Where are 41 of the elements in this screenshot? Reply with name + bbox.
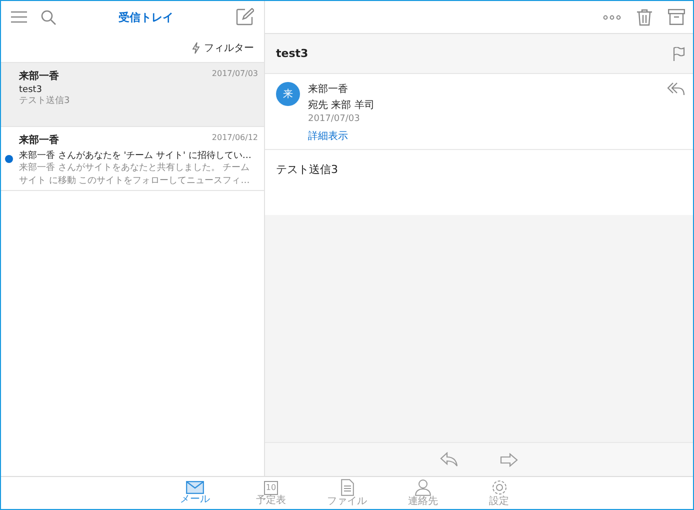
lightning-icon bbox=[192, 42, 200, 54]
settings-icon bbox=[490, 479, 508, 496]
compose-icon[interactable] bbox=[236, 8, 254, 26]
calendar-icon: 10 bbox=[264, 480, 278, 494]
person-icon bbox=[415, 479, 431, 496]
message-sender: 来部一香 bbox=[19, 70, 59, 83]
inbox-title: 受信トレイ bbox=[118, 10, 174, 24]
flag-icon[interactable] bbox=[673, 46, 685, 60]
tab-bar-item[interactable]: 設定 bbox=[471, 477, 527, 509]
recipient-line: 宛先 来部 羊司 bbox=[308, 98, 374, 112]
message-subject: 来部一香 さんがあなたを 'チーム サイト' に招待してい… bbox=[19, 150, 252, 162]
message-preview-line: サイト に移動 このサイトをフォローしてニュースフィ… bbox=[19, 174, 251, 188]
menu-icon[interactable] bbox=[11, 11, 27, 23]
tab-bar-item[interactable]: 連絡先 bbox=[395, 477, 451, 509]
message-subject: test3 bbox=[19, 85, 44, 95]
forward-icon[interactable] bbox=[500, 452, 518, 466]
tab-bar-item[interactable]: ファイル bbox=[319, 477, 375, 509]
trash-icon[interactable] bbox=[637, 8, 652, 26]
message-sender: 来部一香 bbox=[19, 134, 59, 147]
message-item[interactable]: 来部一香 2017/07/03 test3 テスト送信3 bbox=[1, 63, 264, 127]
archive-icon[interactable] bbox=[668, 9, 685, 25]
message-date: 2017/07/03 bbox=[212, 69, 258, 80]
email-date: 2017/07/03 bbox=[308, 114, 360, 124]
tab-bar-item[interactable]: 10 予定表 bbox=[243, 477, 299, 509]
search-icon[interactable] bbox=[41, 10, 56, 24]
message-preview-line: テスト送信3 bbox=[19, 95, 71, 108]
email-subject: test3 bbox=[276, 47, 308, 60]
details-link[interactable]: 詳細表示 bbox=[308, 129, 348, 143]
reply-all-icon[interactable] bbox=[667, 82, 685, 96]
envelope-icon bbox=[186, 481, 204, 494]
email-body: テスト送信3 bbox=[276, 163, 338, 176]
filter-button[interactable]: フィルター bbox=[192, 40, 254, 54]
message-date: 2017/06/12 bbox=[212, 133, 258, 144]
message-preview-line: 来部一香 さんがサイトをあなたと共有しました。 チーム bbox=[19, 162, 251, 175]
message-item[interactable]: 来部一香 2017/06/12 来部一香 さんがあなたを 'チーム サイト' に招待してい… 来部一香 さんがサイトをあなたと共有しました。 チーム サイト に移動 このサイトをフォローしてニュースフィ… bbox=[1, 127, 264, 191]
reply-icon[interactable] bbox=[440, 452, 458, 467]
tab-bar-item[interactable]: メール bbox=[167, 477, 223, 509]
more-icon[interactable] bbox=[603, 14, 621, 20]
sender-name: 来部一香 bbox=[308, 82, 348, 96]
document-icon bbox=[340, 479, 354, 496]
sender-avatar: 来 bbox=[276, 82, 300, 106]
